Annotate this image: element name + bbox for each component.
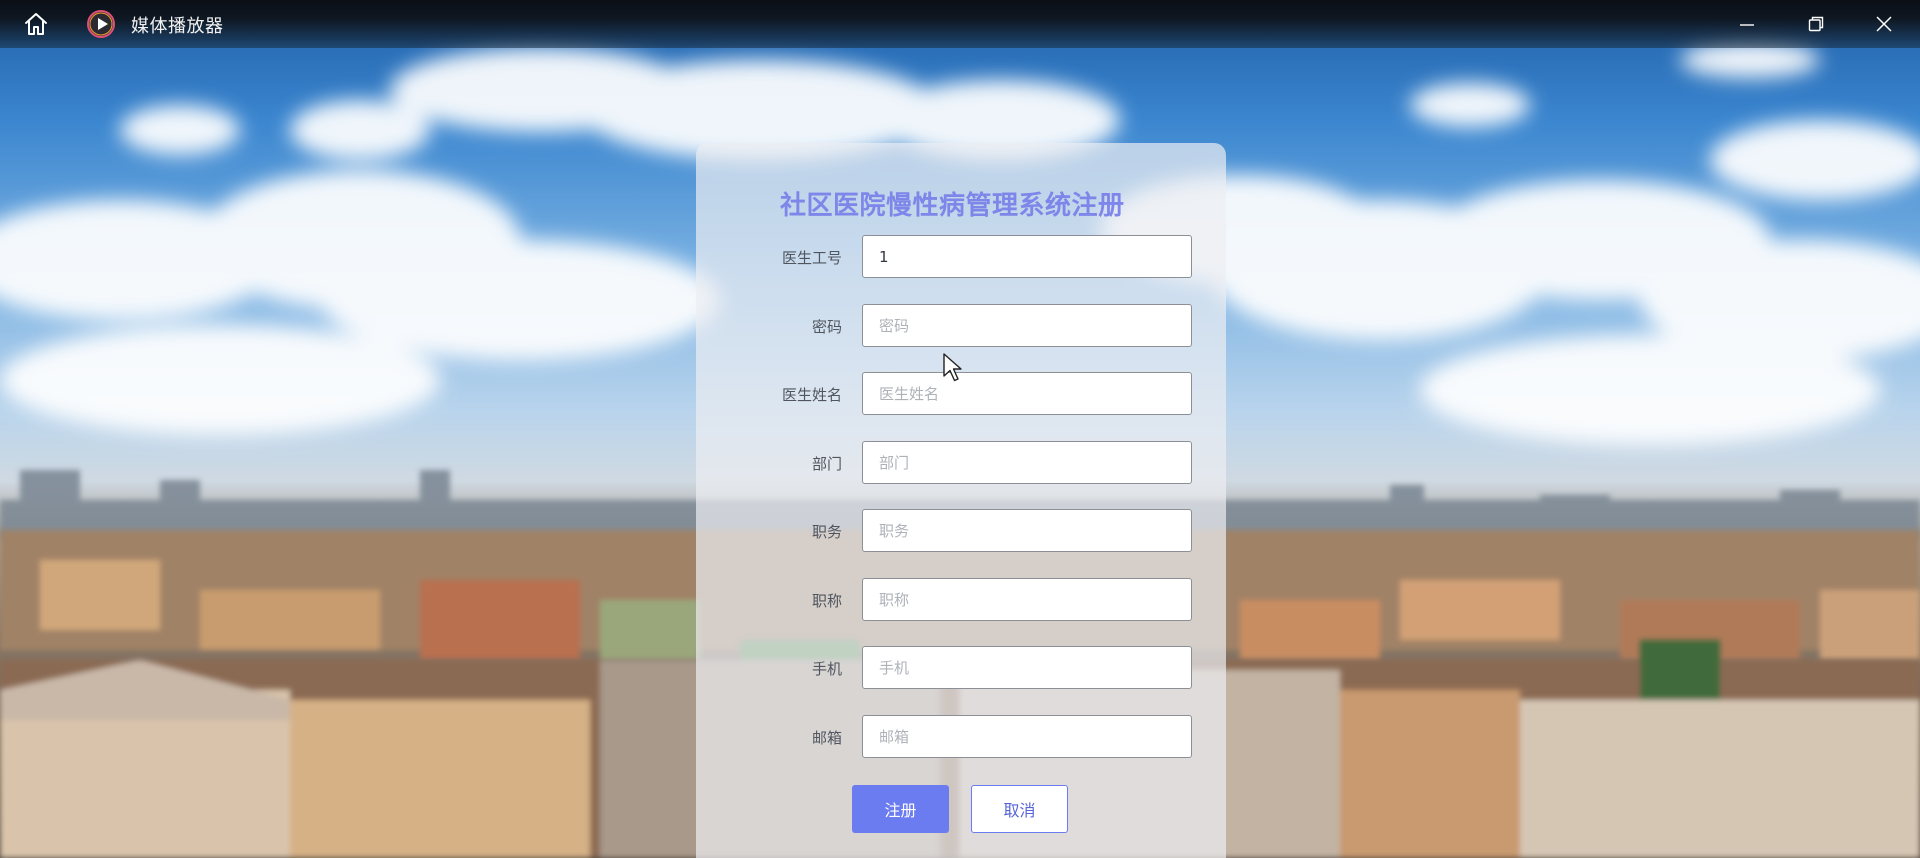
doctor-id-input[interactable] [862, 235, 1192, 278]
close-button[interactable] [1868, 8, 1900, 40]
register-button[interactable]: 注册 [852, 785, 949, 833]
professional-title-input[interactable] [862, 578, 1192, 621]
doctor-name-input[interactable] [862, 372, 1192, 415]
position-input[interactable] [862, 509, 1192, 552]
registration-panel: 社区医院慢性病管理系统注册 医生工号 密码 医生姓名 部门 职务 职称 手机 邮… [696, 143, 1226, 858]
password-input[interactable] [862, 304, 1192, 347]
form-title: 社区医院慢性病管理系统注册 [780, 191, 1125, 221]
restore-button[interactable] [1800, 8, 1832, 40]
home-button[interactable] [20, 8, 52, 40]
mouse-cursor-icon [943, 353, 962, 382]
doctor-id-label: 医生工号 [781, 249, 842, 267]
window-titlebar: 媒体播放器 [0, 0, 1920, 48]
doctor-name-label: 医生姓名 [781, 386, 842, 404]
phone-input[interactable] [862, 646, 1192, 689]
email-input[interactable] [862, 715, 1192, 758]
department-input[interactable] [862, 441, 1192, 484]
play-icon [87, 10, 115, 38]
home-icon [25, 13, 47, 35]
department-label: 部门 [811, 455, 842, 473]
minimize-icon [1740, 24, 1754, 26]
app-title: 媒体播放器 [131, 16, 224, 37]
position-label: 职务 [811, 523, 842, 541]
close-icon [1876, 16, 1892, 32]
cancel-button[interactable]: 取消 [971, 785, 1068, 833]
phone-label: 手机 [811, 660, 842, 678]
professional-title-label: 职称 [811, 592, 842, 610]
restore-icon [1808, 16, 1824, 32]
email-label: 邮箱 [811, 729, 842, 747]
password-label: 密码 [811, 318, 842, 336]
minimize-button[interactable] [1731, 8, 1763, 40]
screen: 媒体播放器 社区医院慢性病管理系统注册 医生工号 密码 [0, 0, 1920, 858]
